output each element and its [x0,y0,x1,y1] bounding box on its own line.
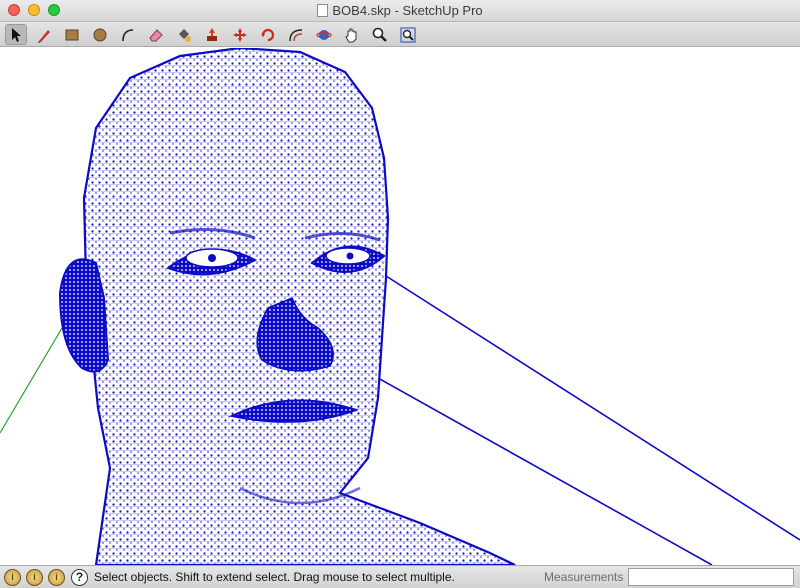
select-tool-button[interactable] [5,24,27,45]
orbit-tool-button[interactable] [313,24,335,45]
title-bar: BOB4.skp - SketchUp Pro [0,0,800,22]
head-wireframe-model [0,48,800,565]
window-title-area: BOB4.skp - SketchUp Pro [0,3,800,18]
magnifier-icon [372,27,387,42]
pencil-icon [38,29,50,43]
push-pull-tool-button[interactable] [201,24,223,45]
circle-tool-button[interactable] [89,24,111,45]
sketchup-window: BOB4.skp - SketchUp Pro i i i ? Select o… [0,0,800,588]
rectangle-tool-button[interactable] [61,24,83,45]
push-pull-icon [207,27,217,41]
hand-icon [345,28,357,42]
rotate-tool-button[interactable] [257,24,279,45]
sign-in-icon[interactable]: i [48,569,65,586]
paint-bucket-tool-button[interactable] [173,24,195,45]
credits-icon[interactable]: i [26,569,43,586]
main-toolbar [0,22,800,47]
model-viewport[interactable] [0,48,800,565]
guide-line-upper [385,275,800,541]
arc-icon [122,28,134,41]
measurements-label: Measurements [544,570,624,584]
rectangle-icon [65,29,79,40]
eraser-icon [149,28,163,41]
move-arrows-icon [233,27,247,42]
rotate-icon [261,28,275,41]
eraser-tool-button[interactable] [145,24,167,45]
window-title: BOB4.skp - SketchUp Pro [332,3,483,18]
head-mesh [82,48,516,565]
green-axis-line [0,327,63,434]
zoom-extents-tool-button[interactable] [397,24,419,45]
line-tool-button[interactable] [33,24,55,45]
move-tool-button[interactable] [229,24,251,45]
arrow-cursor-icon [12,27,21,42]
status-message: Select objects. Shift to extend select. … [94,570,455,584]
help-icon[interactable]: ? [71,569,88,586]
offset-icon [289,28,303,41]
geo-location-icon[interactable]: i [4,569,21,586]
zoom-extents-icon [400,26,416,43]
zoom-tool-button[interactable] [369,24,391,45]
pan-tool-button[interactable] [341,24,363,45]
document-icon [317,4,329,17]
status-bar: i i i ? Select objects. Shift to extend … [0,565,800,588]
paint-bucket-icon [179,28,191,42]
circle-icon [93,28,107,41]
offset-tool-button[interactable] [285,24,307,45]
measurements-field[interactable] [628,568,794,586]
orbit-icon [316,29,332,40]
arc-tool-button[interactable] [117,24,139,45]
